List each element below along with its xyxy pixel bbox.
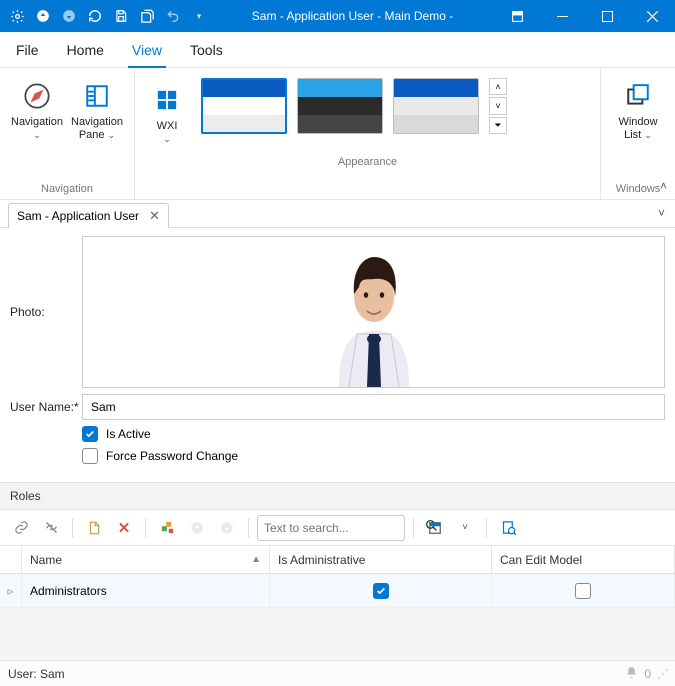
layout-icon[interactable] — [422, 515, 448, 541]
theme-scroll-down[interactable]: ˅ — [489, 97, 507, 114]
title-bar: ▾ Sam - Application User - Main Demo - — [0, 0, 675, 32]
user-form: Photo: User Name:* Is Active Force Passw… — [0, 228, 675, 482]
navigation-label: Navigation — [11, 116, 63, 128]
save-icon[interactable] — [110, 5, 132, 27]
is-active-checkbox[interactable] — [82, 426, 98, 442]
tab-home[interactable]: Home — [67, 32, 104, 67]
close-tab-icon[interactable]: ✕ — [149, 208, 160, 224]
pane-icon — [81, 80, 113, 112]
clone-icon[interactable] — [154, 515, 180, 541]
theme-swatch-1[interactable] — [201, 78, 287, 134]
column-name[interactable]: Name▲ — [22, 546, 270, 573]
wxi-label: WXI — [157, 120, 178, 132]
wxi-button[interactable]: WXI⌄ — [143, 78, 191, 152]
nav-group-label: Navigation — [8, 179, 126, 197]
quick-access-toolbar: ▾ — [0, 5, 210, 27]
ribbon-collapse-icon[interactable]: ˄ — [660, 179, 667, 193]
window-list-button[interactable]: Window List ⌄ — [609, 74, 667, 148]
tab-tools[interactable]: Tools — [190, 32, 223, 67]
row-handle-header — [0, 546, 22, 573]
navigation-button[interactable]: Navigation⌄ — [8, 74, 66, 148]
preview-icon[interactable] — [495, 515, 521, 541]
roles-toolbar: ✕ ˅ — [0, 510, 675, 546]
delete-icon[interactable]: ✕ — [111, 515, 137, 541]
resize-grip-icon[interactable]: ⋰ — [657, 667, 667, 681]
menu-tabs: File Home View Tools — [0, 32, 675, 68]
ribbon-group-navigation: Navigation⌄ Navigation Pane ⌄ Navigation — [0, 68, 135, 199]
can-edit-checkbox[interactable] — [575, 583, 591, 599]
maximize-button[interactable] — [585, 0, 630, 32]
theme-expand[interactable]: ⏷ — [489, 117, 507, 134]
link-icon[interactable] — [8, 515, 34, 541]
username-input[interactable] — [82, 394, 665, 420]
appearance-group-label: Appearance — [143, 152, 592, 170]
bell-icon[interactable] — [625, 666, 638, 682]
photo-field[interactable] — [82, 236, 665, 388]
document-tab[interactable]: Sam - Application User ✕ — [8, 203, 169, 228]
document-tab-label: Sam - Application User — [17, 209, 139, 223]
wxi-icon — [151, 84, 183, 116]
photo-label: Photo: — [10, 305, 82, 319]
window-title: Sam - Application User - Main Demo - — [210, 9, 495, 23]
column-is-admin[interactable]: Is Administrative — [270, 546, 492, 573]
theme-scroll-up[interactable]: ˄ — [489, 78, 507, 95]
close-button[interactable] — [630, 0, 675, 32]
theme-swatch-3[interactable] — [393, 78, 479, 134]
cell-can-edit[interactable] — [492, 574, 675, 607]
row-expand-icon[interactable]: ▹ — [0, 574, 22, 607]
roles-grid: Name▲ Is Administrative Can Edit Model ▹… — [0, 546, 675, 608]
grid-header: Name▲ Is Administrative Can Edit Model — [0, 546, 675, 574]
undo-icon[interactable] — [162, 5, 184, 27]
force-pw-label: Force Password Change — [106, 449, 238, 463]
tab-file[interactable]: File — [16, 32, 39, 67]
save-all-icon[interactable] — [136, 5, 158, 27]
up-arrow-icon[interactable] — [32, 5, 54, 27]
cell-name: Administrators — [22, 574, 270, 607]
unlink-icon[interactable] — [38, 515, 64, 541]
windows-icon — [622, 80, 654, 112]
minimize-button[interactable] — [540, 0, 585, 32]
tab-view[interactable]: View — [132, 32, 162, 67]
notif-count: 0 — [644, 667, 651, 681]
refresh-icon[interactable] — [84, 5, 106, 27]
ribbon-group-appearance: WXI⌄ ˄ ˅ ⏷ Appearance — [135, 68, 601, 199]
search-field[interactable] — [257, 515, 405, 541]
force-pw-checkbox[interactable] — [82, 448, 98, 464]
status-bar: User: Sam 0 ⋰ — [0, 660, 675, 686]
document-tab-dropdown[interactable]: ˅ — [658, 206, 665, 220]
theme-swatch-2[interactable] — [297, 78, 383, 134]
column-can-edit[interactable]: Can Edit Model — [492, 546, 675, 573]
user-photo — [319, 239, 429, 387]
sort-asc-icon: ▲ — [251, 554, 261, 565]
move-down-icon — [214, 515, 240, 541]
move-up-icon — [184, 515, 210, 541]
status-user: User: Sam — [8, 667, 65, 681]
is-active-label: Is Active — [106, 427, 151, 441]
table-row[interactable]: ▹ Administrators — [0, 574, 675, 608]
navigation-pane-label: Navigation Pane — [71, 116, 123, 141]
document-tabbar: Sam - Application User ✕ ˅ — [0, 200, 675, 228]
roles-header: Roles — [0, 482, 675, 510]
windows-group-label: Windows — [609, 179, 667, 197]
ribbon: Navigation⌄ Navigation Pane ⌄ Navigation… — [0, 68, 675, 200]
is-admin-checkbox[interactable] — [373, 583, 389, 599]
qat-dropdown-icon[interactable]: ▾ — [188, 5, 210, 27]
window-layout-icon[interactable] — [495, 0, 540, 32]
down-arrow-icon[interactable] — [58, 5, 80, 27]
compass-icon — [21, 80, 53, 112]
username-label: User Name:* — [10, 400, 82, 414]
search-input[interactable] — [264, 521, 419, 535]
navigation-pane-button[interactable]: Navigation Pane ⌄ — [68, 74, 126, 148]
gear-icon[interactable] — [6, 5, 28, 27]
new-icon[interactable] — [81, 515, 107, 541]
layout-dropdown-icon[interactable]: ˅ — [452, 515, 478, 541]
cell-is-admin[interactable] — [270, 574, 492, 607]
